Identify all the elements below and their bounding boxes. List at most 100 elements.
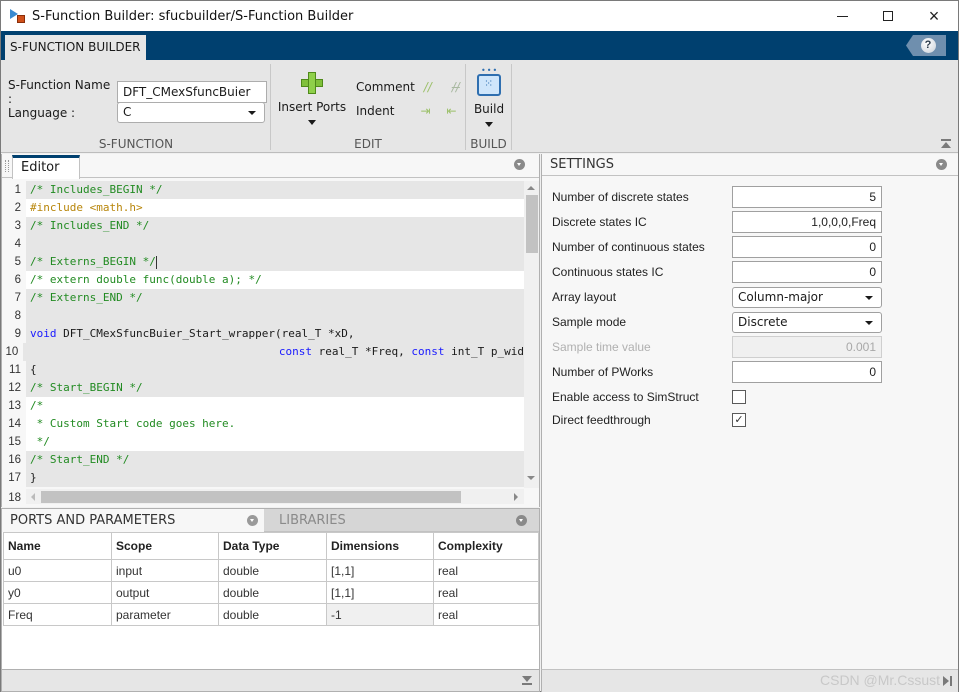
collapse-panel-button[interactable] (522, 676, 532, 685)
editor-vertical-scrollbar[interactable] (524, 181, 539, 488)
num-discrete-states-input[interactable]: 5 (732, 186, 882, 208)
cell-data-type[interactable]: double (218, 581, 327, 604)
column-header-data-type[interactable]: Data Type (218, 532, 327, 560)
continuous-states-ic-input[interactable]: 0 (732, 261, 882, 283)
cell-scope[interactable]: input (111, 559, 219, 582)
tab-libraries[interactable]: LIBRARIES (264, 509, 539, 532)
comment-button[interactable]: Comment (356, 80, 415, 94)
cell-data-type[interactable]: double (218, 603, 327, 626)
cell-name[interactable]: y0 (3, 581, 112, 604)
num-pworks-input[interactable]: 0 (732, 361, 882, 383)
scroll-thumb[interactable] (41, 491, 461, 503)
cell-dimensions[interactable]: [1,1] (326, 559, 434, 582)
collapse-ribbon-button[interactable] (941, 139, 951, 149)
code-text[interactable]: /* Includes_BEGIN */ (26, 181, 524, 199)
scroll-left-icon[interactable] (31, 493, 35, 501)
code-text[interactable]: /* Includes_END */ (26, 217, 524, 235)
ribbon-tab-strip: S-FUNCTION BUILDER ? (1, 31, 958, 60)
editor-horizontal-scrollbar[interactable] (26, 489, 524, 504)
column-header-dimensions[interactable]: Dimensions (326, 532, 434, 560)
minimize-button[interactable] (819, 1, 865, 31)
cell-complexity[interactable]: real (433, 603, 539, 626)
cell-scope[interactable]: output (111, 581, 219, 604)
code-line: 13/* (2, 397, 524, 415)
table-row[interactable]: y0 output double [1,1] real (3, 581, 539, 604)
code-text[interactable] (26, 235, 524, 253)
close-button[interactable]: × (911, 1, 957, 31)
build-button[interactable]: Build (467, 66, 511, 127)
code-keyword: const (278, 345, 313, 358)
discrete-states-ic-label: Discrete states IC (552, 215, 647, 229)
code-text[interactable]: /* Start_BEGIN */ (26, 379, 524, 397)
line-number: 15 (2, 433, 24, 451)
sample-mode-select[interactable]: Discrete (732, 311, 882, 333)
simstruct-checkbox[interactable] (732, 390, 746, 404)
scroll-right-icon[interactable] (514, 493, 518, 501)
scroll-down-icon[interactable] (527, 476, 535, 480)
code-line: 6/* extern double func(double a); */ (2, 271, 524, 289)
code-line: 10 const real_T *Freq, const int_T p_wid (2, 343, 524, 361)
cell-name[interactable]: Freq (3, 603, 112, 626)
ribbon-section-sfunction: S-Function Name : DFT_CMexSfuncBuier Lan… (1, 66, 271, 152)
sfunction-name-input[interactable]: DFT_CMexSfuncBuier (117, 81, 267, 103)
line-number: 9 (2, 325, 24, 343)
cell-scope[interactable]: parameter (111, 603, 219, 626)
expand-panel-button[interactable] (943, 676, 952, 686)
column-header-complexity[interactable]: Complexity (433, 532, 539, 560)
table-row[interactable]: u0 input double [1,1] real (3, 559, 539, 582)
tab-sfunction-builder[interactable]: S-FUNCTION BUILDER (5, 35, 146, 60)
tab-editor[interactable]: Editor (12, 155, 80, 179)
direct-feedthrough-label: Direct feedthrough (552, 413, 651, 427)
code-text[interactable]: * Custom Start code goes here. (26, 415, 524, 433)
direct-feedthrough-checkbox[interactable]: ✓ (732, 413, 746, 427)
uncomment-icon[interactable]: // (448, 80, 464, 94)
line-number: 6 (2, 271, 24, 289)
column-header-scope[interactable]: Scope (111, 532, 219, 560)
num-continuous-states-input[interactable]: 0 (732, 236, 882, 258)
outdent-icon[interactable]: ⇤ (443, 104, 459, 118)
code-line-content[interactable]: const real_T *Freq, const int_T p_wid (23, 343, 524, 361)
language-value: C (123, 105, 132, 119)
cell-dimensions[interactable]: [1,1] (326, 581, 434, 604)
panel-menu-icon[interactable] (936, 159, 947, 170)
discrete-states-ic-input[interactable]: 1,0,0,0,Freq (732, 211, 882, 233)
cell-complexity[interactable]: real (433, 581, 539, 604)
code-line: 17} (2, 469, 524, 487)
code-text[interactable]: /* extern double func(double a); */ (26, 271, 524, 289)
array-layout-label: Array layout (552, 290, 617, 304)
language-select[interactable]: C (117, 102, 265, 123)
maximize-button[interactable] (865, 1, 911, 31)
insert-ports-button[interactable]: Insert Ports (277, 72, 347, 125)
code-line: 5 /* Externs_BEGIN */ (2, 253, 524, 271)
code-text[interactable]: #include <math.h> (26, 199, 524, 217)
code-text[interactable]: /* Start_END */ (26, 451, 524, 469)
comment-icon[interactable]: // (420, 80, 436, 94)
code-text[interactable]: */ (26, 433, 524, 451)
ribbon-toolstrip: S-Function Name : DFT_CMexSfuncBuier Lan… (1, 60, 958, 153)
indent-icon[interactable]: ⇥ (417, 104, 433, 118)
text-cursor (155, 255, 157, 269)
help-button[interactable]: ? (906, 35, 946, 56)
code-text[interactable]: /* Externs_END */ (26, 289, 524, 307)
code-line-content[interactable]: /* Externs_BEGIN */ (26, 253, 524, 271)
table-row[interactable]: Freq parameter double -1 real (3, 603, 539, 626)
code-line-content[interactable]: void DFT_CMexSfuncBuier_Start_wrapper(re… (26, 325, 524, 343)
drag-grip-icon[interactable] (5, 160, 9, 172)
code-text[interactable]: } (26, 469, 524, 487)
cell-data-type[interactable]: double (218, 559, 327, 582)
cell-complexity[interactable]: real (433, 559, 539, 582)
indent-button[interactable]: Indent (356, 104, 394, 118)
code-text[interactable]: { (26, 361, 524, 379)
cell-name[interactable]: u0 (3, 559, 112, 582)
panel-menu-icon[interactable] (247, 515, 258, 526)
scroll-up-icon[interactable] (527, 186, 535, 190)
panel-menu-icon[interactable] (514, 159, 525, 170)
tab-ports-and-parameters[interactable]: PORTS AND PARAMETERS (2, 509, 264, 532)
column-header-name[interactable]: Name (3, 532, 112, 560)
code-text[interactable]: /* (26, 397, 524, 415)
code-editor[interactable]: 1/* Includes_BEGIN */ 2 #include <math.h>… (2, 181, 524, 488)
panel-menu-icon[interactable] (516, 515, 527, 526)
scroll-thumb[interactable] (526, 195, 538, 253)
code-text[interactable] (26, 307, 524, 325)
array-layout-select[interactable]: Column-major (732, 286, 882, 308)
